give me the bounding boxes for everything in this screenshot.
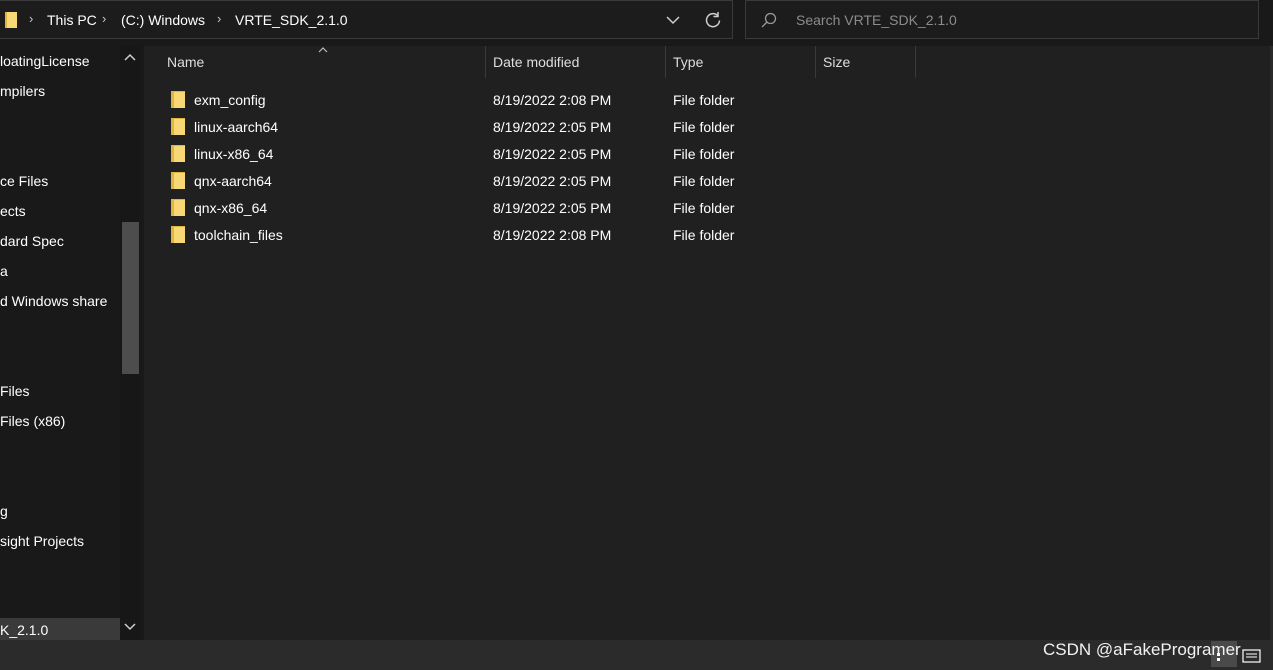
nav-item[interactable]: a [0, 259, 120, 283]
scrollbar-thumb[interactable] [122, 222, 139, 374]
scroll-up-arrow-icon[interactable] [123, 52, 137, 62]
file-date: 8/19/2022 2:08 PM [493, 227, 612, 243]
search-icon [761, 12, 777, 28]
folder-icon [171, 91, 185, 108]
file-name: linux-aarch64 [194, 119, 279, 135]
nav-item[interactable]: sight Projects [0, 529, 120, 553]
file-type: File folder [673, 173, 735, 189]
file-type: File folder [673, 146, 735, 162]
toolbar: › This PC › (C:) Windows › VRTE_SDK_2.1.… [0, 0, 1273, 46]
large-icons-view-button[interactable] [1239, 641, 1265, 667]
folder-icon [171, 172, 185, 189]
folder-icon [171, 118, 185, 135]
breadcrumb-current-folder[interactable]: VRTE_SDK_2.1.0 [235, 12, 348, 28]
file-date: 8/19/2022 2:05 PM [493, 119, 612, 135]
file-row[interactable]: qnx-aarch64 8/19/2022 2:05 PM File folde… [166, 169, 926, 196]
nav-item[interactable]: d Windows share [0, 289, 120, 313]
nav-item[interactable]: ects [0, 199, 120, 223]
column-header-date[interactable]: Date modified [484, 46, 665, 78]
file-row[interactable]: qnx-x86_64 8/19/2022 2:05 PM File folder [166, 196, 926, 223]
file-row[interactable]: exm_config 8/19/2022 2:08 PM File folder [166, 88, 926, 115]
file-row[interactable]: toolchain_files 8/19/2022 2:08 PM File f… [166, 223, 926, 250]
status-bar: CSDN @aFakeProgramer [0, 640, 1273, 670]
navigation-pane: loatingLicense mpilers ce Files ects dar… [0, 46, 120, 640]
file-date: 8/19/2022 2:05 PM [493, 173, 612, 189]
breadcrumb-separator: › [102, 11, 107, 26]
chevron-down-icon[interactable] [665, 13, 681, 27]
nav-item[interactable]: Files [0, 379, 120, 403]
file-type: File folder [673, 92, 735, 108]
folder-icon [171, 199, 185, 216]
file-type: File folder [673, 119, 735, 135]
scroll-down-arrow-icon[interactable] [123, 622, 137, 632]
nav-item[interactable]: mpilers [0, 79, 120, 103]
file-name: qnx-aarch64 [194, 173, 272, 189]
nav-item[interactable]: Files (x86) [0, 409, 120, 433]
nav-scrollbar[interactable] [120, 46, 140, 640]
file-list-pane: Name Date modified Type Size exm_config … [144, 46, 1273, 640]
file-type: File folder [673, 200, 735, 216]
folder-icon [171, 226, 185, 243]
breadcrumb-separator: › [217, 11, 222, 26]
breadcrumb-c-drive[interactable]: (C:) Windows [121, 12, 205, 28]
file-name: exm_config [194, 92, 266, 108]
large-icons-view-icon [1242, 649, 1261, 663]
column-header-type[interactable]: Type [664, 46, 815, 78]
file-type: File folder [673, 227, 735, 243]
breadcrumb-separator: › [29, 11, 34, 26]
column-header-name[interactable]: Name [158, 46, 485, 78]
refresh-icon[interactable] [704, 11, 722, 29]
file-date: 8/19/2022 2:05 PM [493, 146, 612, 162]
nav-item[interactable]: ce Files [0, 169, 120, 193]
watermark-text: CSDN @aFakeProgramer [1043, 640, 1241, 659]
column-header-size[interactable]: Size [814, 46, 915, 78]
nav-item[interactable]: dard Spec [0, 229, 120, 253]
nav-item[interactable]: g [0, 499, 120, 523]
address-bar[interactable]: › This PC › (C:) Windows › VRTE_SDK_2.1.… [0, 0, 733, 39]
file-name: qnx-x86_64 [194, 200, 268, 216]
search-box[interactable] [745, 0, 1259, 39]
search-input[interactable] [796, 10, 1236, 30]
breadcrumb-this-pc[interactable]: This PC [47, 12, 97, 28]
nav-item[interactable]: loatingLicense [0, 49, 120, 73]
column-divider[interactable] [915, 46, 916, 78]
file-date: 8/19/2022 2:05 PM [493, 200, 612, 216]
file-row[interactable]: linux-x86_64 8/19/2022 2:05 PM File fold… [166, 142, 926, 169]
nav-item-selected[interactable]: K_2.1.0 [0, 618, 120, 640]
folder-icon [171, 145, 185, 162]
file-name: toolchain_files [194, 227, 283, 243]
file-date: 8/19/2022 2:08 PM [493, 92, 612, 108]
file-row[interactable]: linux-aarch64 8/19/2022 2:05 PM File fol… [166, 115, 926, 142]
file-name: linux-x86_64 [194, 146, 274, 162]
folder-icon [5, 12, 17, 28]
